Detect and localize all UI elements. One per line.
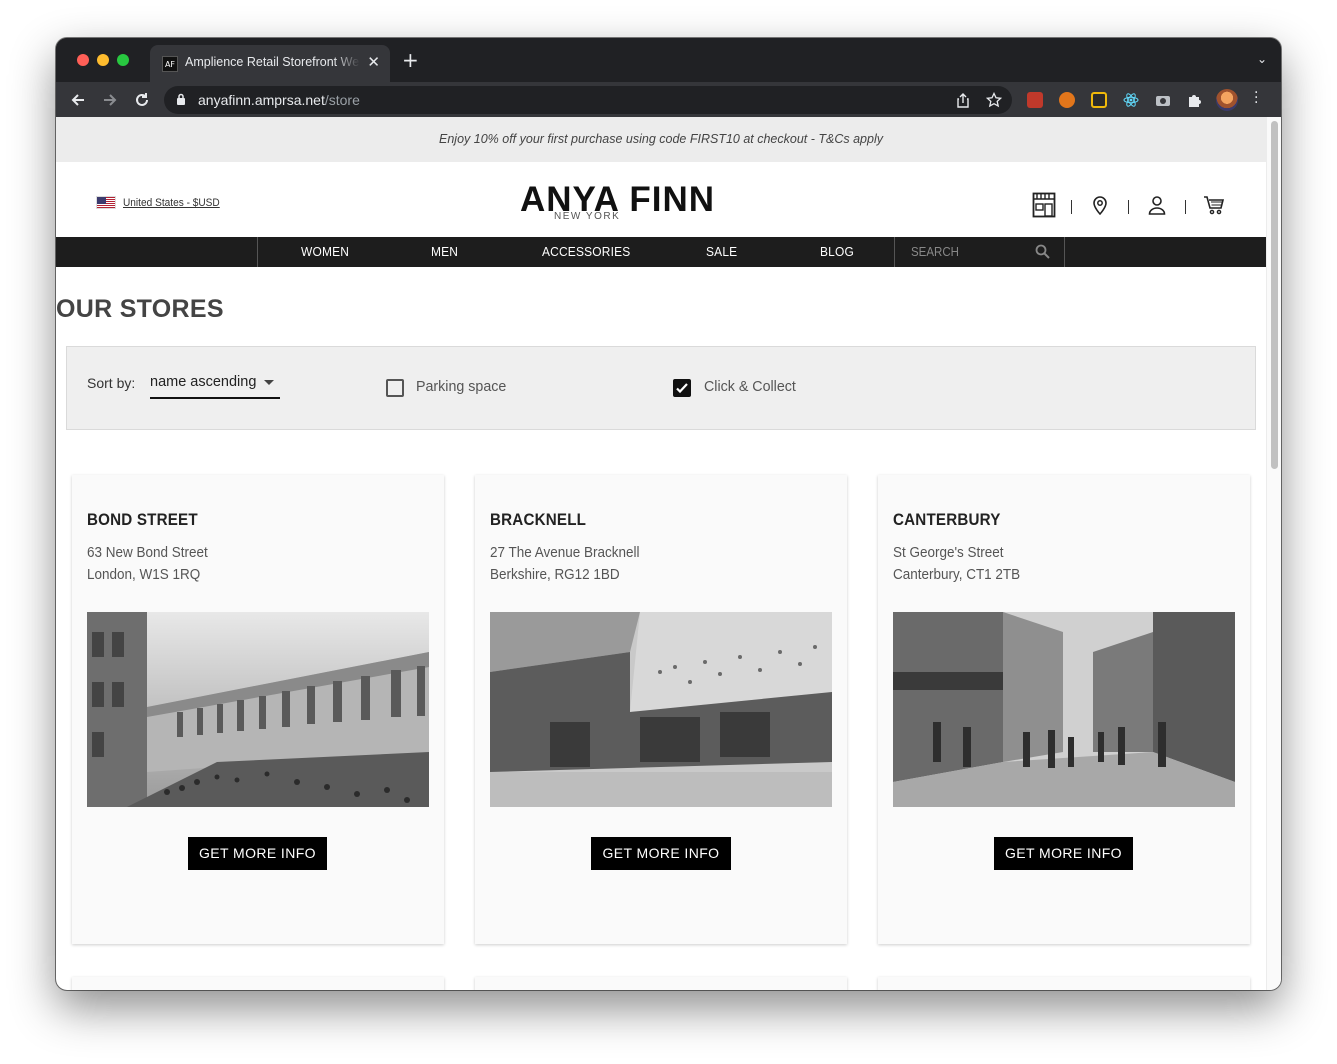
store-address-line2: Berkshire, RG12 1BD [490,567,620,583]
locale-selector[interactable]: United States - $USD [96,196,228,209]
address-bar[interactable]: anyafinn.amprsa.net/store [164,86,1012,114]
extension-icon[interactable] [1027,92,1043,108]
store-address-line1: 63 New Bond Street [87,545,208,561]
tab-title: Amplience Retail Storefront Web [185,55,360,69]
search-icon[interactable] [1035,244,1050,264]
bookmark-star-icon[interactable] [985,91,1003,109]
tab-strip: AF Amplience Retail Storefront Web ✕ + ⌄ [56,38,1281,82]
store-image [893,612,1235,807]
us-flag-icon [96,196,116,209]
search-placeholder: SEARCH [911,245,959,259]
lock-icon[interactable] [176,93,186,111]
get-more-info-button[interactable]: GET MORE INFO [188,837,327,870]
cart-icon[interactable] [1200,191,1228,219]
main-navigation: WOMEN MEN ACCESSORIES SALE BLOG SEARCH [56,237,1266,267]
store-address-line1: 27 The Avenue Bracknell [490,545,640,561]
caret-down-icon [264,380,274,385]
store-address-line1: St George's Street [893,545,1004,561]
close-window-button[interactable] [77,54,89,66]
store-name: BRACKNELL [490,511,587,529]
click-collect-checkbox[interactable] [673,379,691,397]
parking-space-label[interactable]: Parking space [416,378,506,395]
nav-item-men[interactable]: MEN [431,244,458,259]
sort-value: name ascending [150,374,257,390]
new-tab-icon[interactable]: + [402,50,419,70]
store-image [87,612,429,807]
page-viewport: Enjoy 10% off your first purchase using … [56,117,1281,990]
nav-item-women[interactable]: WOMEN [301,244,349,259]
share-icon[interactable] [954,91,972,109]
camera-icon[interactable] [1155,92,1171,108]
forward-icon[interactable] [98,88,122,112]
minimize-window-button[interactable] [97,54,109,66]
store-card: BOND STREET 63 New Bond Street London, W… [72,475,444,944]
get-more-info-button[interactable]: GET MORE INFO [591,837,731,870]
store-icon[interactable] [1030,191,1058,219]
browser-tab[interactable]: AF Amplience Retail Storefront Web ✕ [150,45,390,82]
page-scrollbar[interactable] [1266,117,1281,990]
close-tab-icon[interactable]: ✕ [367,53,380,71]
parking-space-checkbox[interactable] [386,379,404,397]
search-input[interactable]: SEARCH [894,237,1066,267]
back-icon[interactable] [66,88,90,112]
store-image [490,612,832,807]
store-card [72,977,444,990]
nav-menu: WOMEN MEN ACCESSORIES SALE BLOG SEARCH [257,237,1065,267]
browser-menu-icon[interactable]: · · · [1254,86,1258,110]
store-address: St George's Street Canterbury, CT1 2TB [893,542,1020,586]
url-host: anyafinn.amprsa.net [198,92,325,108]
nav-item-blog[interactable]: BLOG [820,244,854,259]
store-card: BRACKNELL 27 The Avenue Bracknell Berksh… [475,475,847,944]
scrollbar-thumb[interactable] [1271,121,1278,469]
store-card [878,977,1250,990]
location-pin-icon[interactable] [1086,191,1114,219]
store-address-line2: Canterbury, CT1 2TB [893,567,1021,583]
url-path: /store [324,92,360,108]
metamask-icon[interactable] [1059,92,1075,108]
tab-search-icon[interactable]: ⌄ [1257,52,1267,66]
sort-dropdown[interactable]: name ascending [150,373,280,399]
header-divider [1071,200,1072,214]
header-divider [1128,200,1129,214]
nav-item-sale[interactable]: SALE [706,244,737,259]
locale-text: United States - $USD [123,196,220,209]
logo-sub-text: NEW YORK [552,211,623,222]
header-icon-group [1030,191,1230,221]
account-icon[interactable] [1143,191,1171,219]
profile-avatar[interactable] [1216,89,1238,111]
extension-icon[interactable] [1091,92,1107,108]
react-devtools-icon[interactable] [1123,92,1139,108]
browser-toolbar: anyafinn.amprsa.net/store · · · [56,82,1281,117]
sort-label: Sort by: [87,375,136,391]
reload-icon[interactable] [130,88,154,112]
promo-banner: Enjoy 10% off your first purchase using … [56,117,1266,162]
store-address: 63 New Bond Street London, W1S 1RQ [87,542,208,586]
store-card: CANTERBURY St George's Street Canterbury… [878,475,1250,944]
get-more-info-button[interactable]: GET MORE INFO [994,837,1133,870]
store-card [475,977,847,990]
favicon-icon: AF [162,56,178,72]
page-title: OUR STORES [56,295,224,323]
store-filters: Sort by: name ascending Parking space Cl… [66,346,1256,430]
nav-item-accessories[interactable]: ACCESSORIES [542,244,630,259]
store-address-line2: London, W1S 1RQ [87,567,201,583]
header-divider [1185,200,1186,214]
brand-logo[interactable]: ANYA FINN NEW YORK [520,180,732,222]
browser-window: AF Amplience Retail Storefront Web ✕ + ⌄… [56,38,1281,990]
click-collect-label[interactable]: Click & Collect [704,378,796,395]
store-address: 27 The Avenue Bracknell Berkshire, RG12 … [490,542,639,586]
url-text[interactable]: anyafinn.amprsa.net/store [198,92,360,108]
store-name: CANTERBURY [893,511,1001,529]
store-name: BOND STREET [87,511,198,529]
extensions-puzzle-icon[interactable] [1187,92,1203,108]
maximize-window-button[interactable] [117,54,129,66]
